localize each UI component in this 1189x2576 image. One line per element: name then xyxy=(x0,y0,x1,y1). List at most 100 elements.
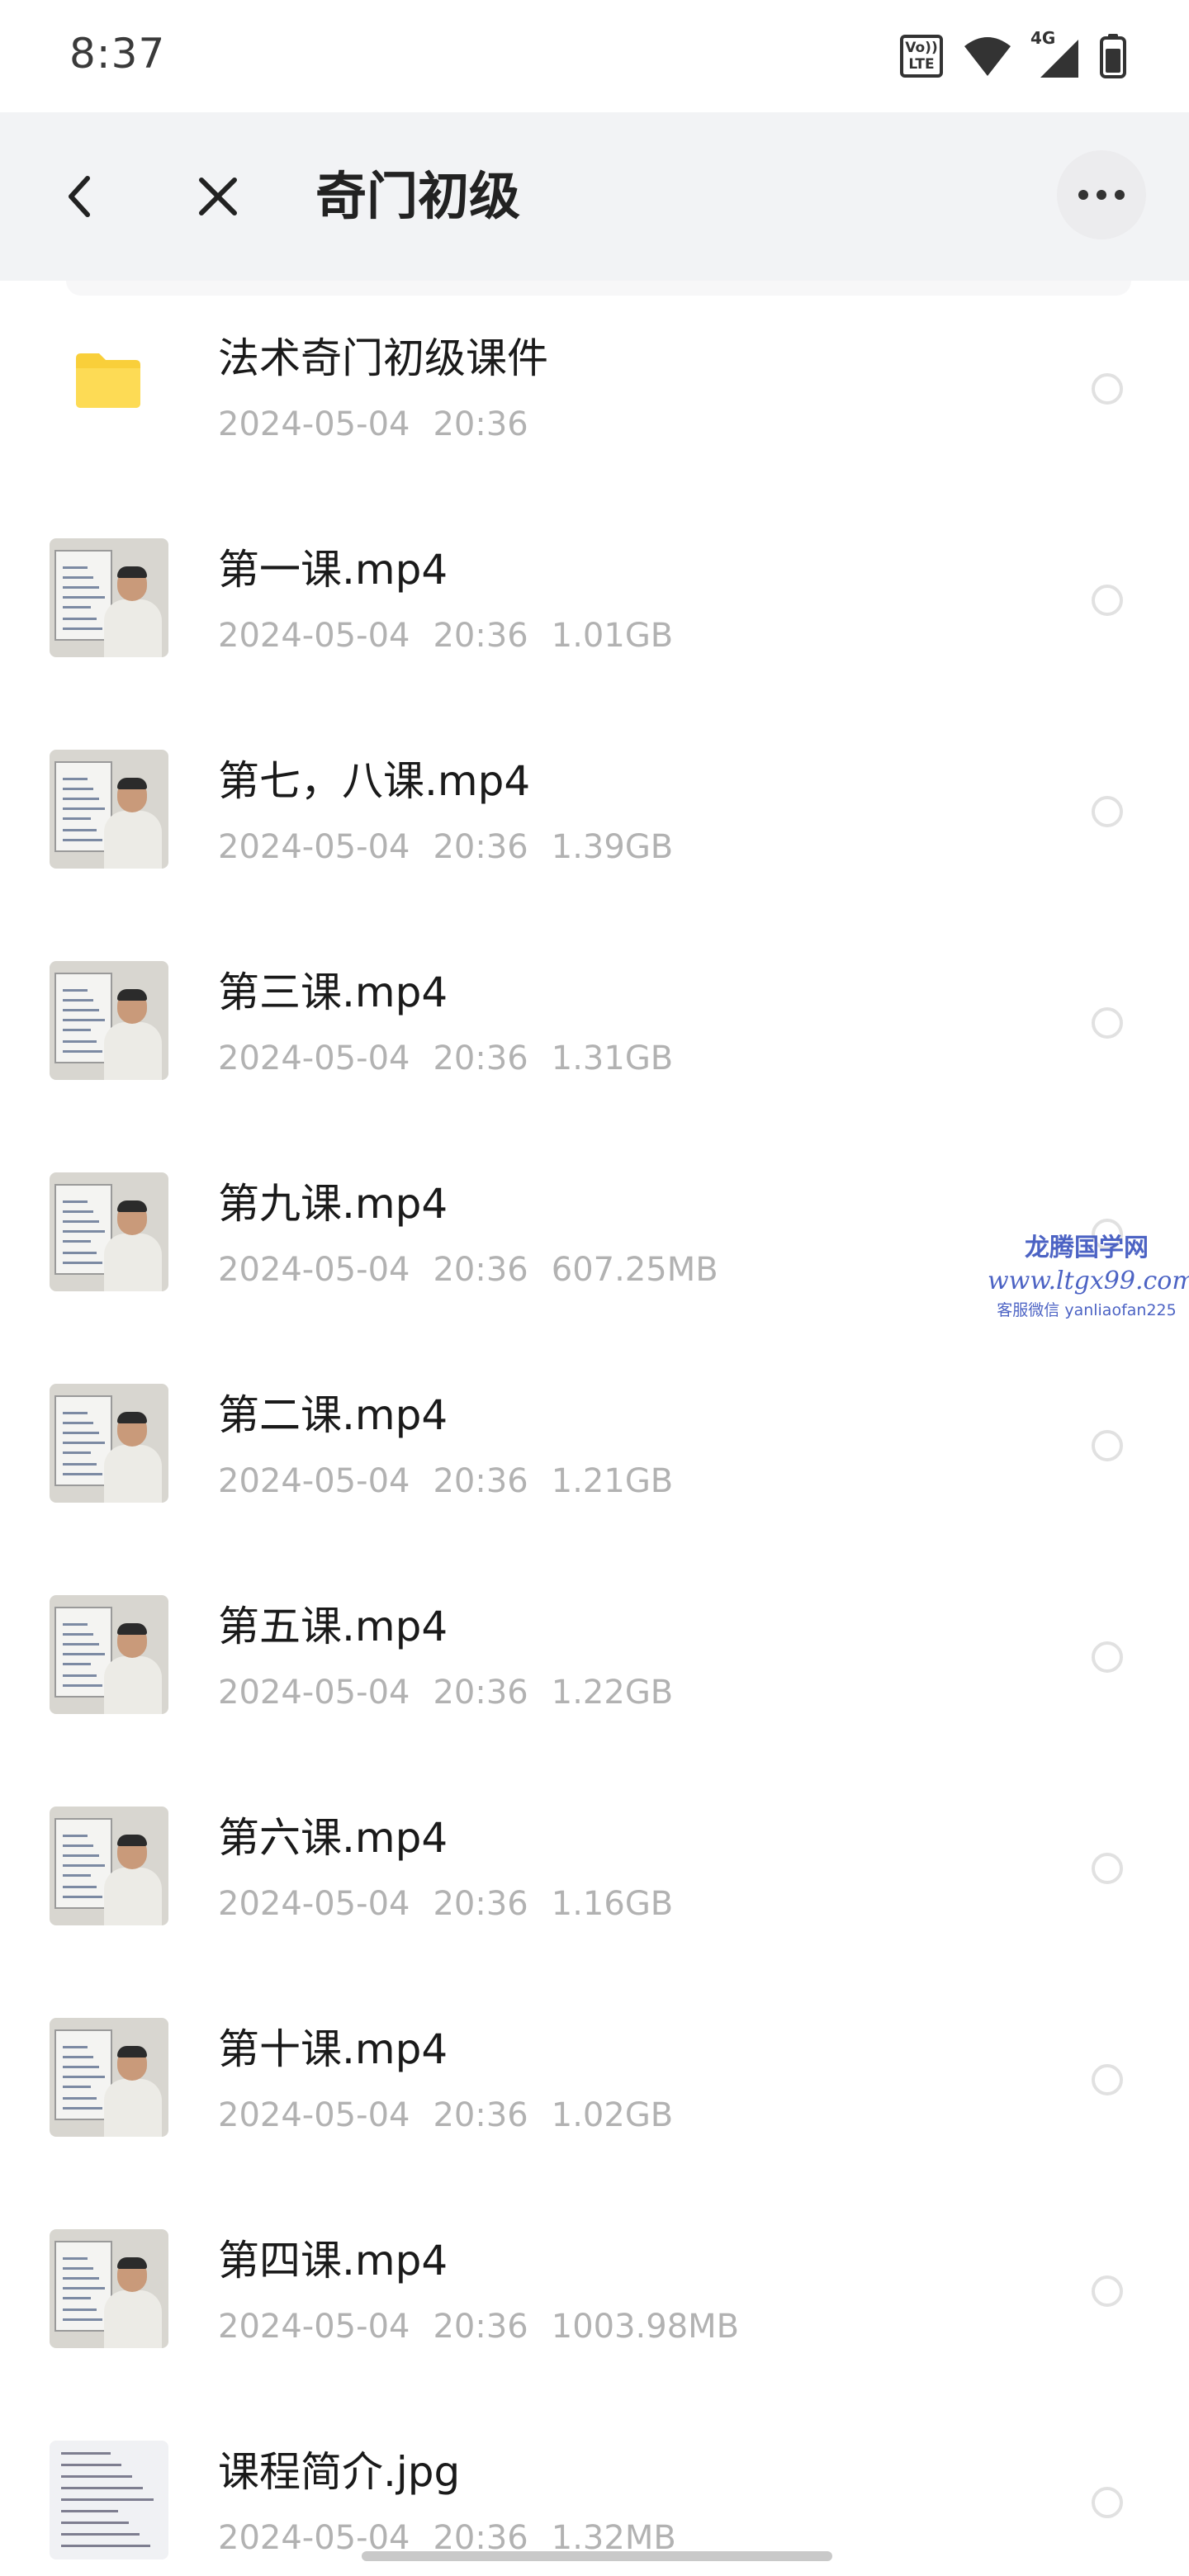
video-thumbnail xyxy=(50,2018,168,2137)
file-list[interactable]: 法术奇门初级课件 2024-05-04 20:36 第一课.mp4 2024-05-04… xyxy=(0,281,1189,2576)
video-thumbnail xyxy=(50,538,168,657)
file-name: 法术奇门初级课件 xyxy=(218,334,548,382)
file-name: 第二课.mp4 xyxy=(218,1391,448,1439)
file-meta: 2024-05-04 20:36 1.16GB xyxy=(218,1882,696,1925)
select-radio[interactable] xyxy=(1092,796,1123,827)
video-thumbnail xyxy=(50,1172,168,1291)
file-time: 20:36 xyxy=(433,405,528,443)
file-item[interactable]: 课程简介.jpg 2024-05-04 20:36 1.32MB xyxy=(0,2394,1189,2576)
file-size: 1.16GB xyxy=(551,1885,674,1923)
file-meta: 2024-05-04 20:36 1.39GB xyxy=(218,826,696,869)
select-radio[interactable] xyxy=(1092,1430,1123,1461)
file-time: 20:36 xyxy=(433,1674,528,1712)
wifi-icon xyxy=(964,37,1011,76)
file-name: 第三课.mp4 xyxy=(218,968,448,1016)
more-options-button[interactable] xyxy=(1057,150,1146,239)
watermark-title: 龙腾国学网 xyxy=(1025,1234,1149,1262)
signal-icon: 4G xyxy=(1030,28,1080,79)
volte-icon: Vo)) LTE xyxy=(900,35,943,78)
status-bar: 8:37 Vo)) LTE 4G xyxy=(0,0,1189,112)
folder-item[interactable]: 法术奇门初级课件 2024-05-04 20:36 xyxy=(0,281,1189,492)
image-thumbnail xyxy=(50,2441,168,2559)
file-item[interactable]: 第四课.mp4 2024-05-04 20:36 1003.98MB xyxy=(0,2183,1189,2394)
file-size: 1.31GB xyxy=(551,1039,674,1077)
watermark: 龙腾国学网 www.ltgx99.com 客服微信 yanliaofan225 xyxy=(988,1232,1189,1323)
file-date: 2024-05-04 xyxy=(218,1251,410,1289)
select-radio[interactable] xyxy=(1092,1007,1123,1039)
battery-icon xyxy=(1100,34,1126,78)
file-date: 2024-05-04 xyxy=(218,2308,410,2346)
file-time: 20:36 xyxy=(433,617,528,655)
page-title: 奇门初级 xyxy=(315,166,521,226)
file-name: 第一课.mp4 xyxy=(218,546,448,594)
select-radio[interactable] xyxy=(1092,2275,1123,2307)
select-radio[interactable] xyxy=(1092,373,1123,405)
status-time: 8:37 xyxy=(69,30,166,78)
file-date: 2024-05-04 xyxy=(218,405,410,443)
chevron-left-icon xyxy=(69,176,90,217)
file-item[interactable]: 第三课.mp4 2024-05-04 20:36 1.31GB xyxy=(0,915,1189,1126)
close-icon xyxy=(199,178,237,215)
file-item[interactable]: 第十课.mp4 2024-05-04 20:36 1.02GB xyxy=(0,1972,1189,2183)
file-date: 2024-05-04 xyxy=(218,1039,410,1077)
file-date: 2024-05-04 xyxy=(218,617,410,655)
video-thumbnail xyxy=(50,961,168,1080)
file-time: 20:36 xyxy=(433,2096,528,2134)
file-meta: 2024-05-04 20:36 1.02GB xyxy=(218,2094,696,2137)
status-icons: Vo)) LTE 4G xyxy=(900,28,1126,81)
file-item[interactable]: 第五课.mp4 2024-05-04 20:36 1.22GB xyxy=(0,1549,1189,1760)
select-radio[interactable] xyxy=(1092,2487,1123,2518)
file-date: 2024-05-04 xyxy=(218,2096,410,2134)
file-name: 第七，八课.mp4 xyxy=(218,757,531,805)
select-radio[interactable] xyxy=(1092,1853,1123,1884)
watermark-contact: 客服微信 yanliaofan225 xyxy=(997,1301,1177,1319)
file-date: 2024-05-04 xyxy=(218,1462,410,1500)
back-button[interactable] xyxy=(46,163,112,230)
video-thumbnail xyxy=(50,1807,168,1925)
select-radio[interactable] xyxy=(1092,1641,1123,1673)
home-indicator[interactable] xyxy=(362,2551,832,2561)
file-name: 第五课.mp4 xyxy=(218,1603,448,1650)
file-time: 20:36 xyxy=(433,828,528,866)
select-radio[interactable] xyxy=(1092,2064,1123,2095)
video-thumbnail xyxy=(50,1384,168,1503)
file-time: 20:36 xyxy=(433,2308,528,2346)
file-name: 课程简介.jpg xyxy=(218,2448,461,2496)
file-size: 1.22GB xyxy=(551,1674,674,1712)
file-name: 第十课.mp4 xyxy=(218,2025,448,2073)
video-thumbnail xyxy=(50,1595,168,1714)
file-size: 1.21GB xyxy=(551,1462,674,1500)
file-date: 2024-05-04 xyxy=(218,1674,410,1712)
file-item[interactable]: 第二课.mp4 2024-05-04 20:36 1.21GB xyxy=(0,1338,1189,1549)
file-time: 20:36 xyxy=(433,1251,528,1289)
file-meta: 2024-05-04 20:36 607.25MB xyxy=(218,1248,741,1291)
file-time: 20:36 xyxy=(433,1462,528,1500)
folder-icon xyxy=(76,353,140,408)
file-size: 1.02GB xyxy=(551,2096,674,2134)
file-browser-screen: 8:37 Vo)) LTE 4G 奇门初级 法术奇门初级课件 2024-05-0… xyxy=(0,0,1189,2576)
file-date: 2024-05-04 xyxy=(218,828,410,866)
file-size: 1.01GB xyxy=(551,617,674,655)
file-meta: 2024-05-04 20:36 1.01GB xyxy=(218,614,696,657)
file-meta: 2024-05-04 20:36 1003.98MB xyxy=(218,2305,762,2348)
file-size: 1003.98MB xyxy=(551,2308,740,2346)
close-button[interactable] xyxy=(185,163,251,230)
file-time: 20:36 xyxy=(433,1885,528,1923)
file-date: 2024-05-04 xyxy=(218,1885,410,1923)
file-meta: 2024-05-04 20:36 1.21GB xyxy=(218,1460,696,1503)
file-item[interactable]: 第六课.mp4 2024-05-04 20:36 1.16GB xyxy=(0,1760,1189,1972)
watermark-url: www.ltgx99.com xyxy=(988,1267,1189,1295)
file-name: 第九课.mp4 xyxy=(218,1180,448,1228)
file-meta: 2024-05-04 20:36 xyxy=(218,403,552,446)
app-header: 奇门初级 xyxy=(0,112,1189,281)
file-size: 1.39GB xyxy=(551,828,674,866)
file-item[interactable]: 第七，八课.mp4 2024-05-04 20:36 1.39GB xyxy=(0,703,1189,915)
video-thumbnail xyxy=(50,2229,168,2348)
file-time: 20:36 xyxy=(433,1039,528,1077)
more-horizontal-icon xyxy=(1078,190,1125,200)
file-name: 第六课.mp4 xyxy=(218,1814,448,1862)
file-item[interactable]: 第一课.mp4 2024-05-04 20:36 1.01GB xyxy=(0,492,1189,703)
file-meta: 2024-05-04 20:36 1.31GB xyxy=(218,1037,696,1080)
file-name: 第四课.mp4 xyxy=(218,2237,448,2285)
select-radio[interactable] xyxy=(1092,585,1123,616)
